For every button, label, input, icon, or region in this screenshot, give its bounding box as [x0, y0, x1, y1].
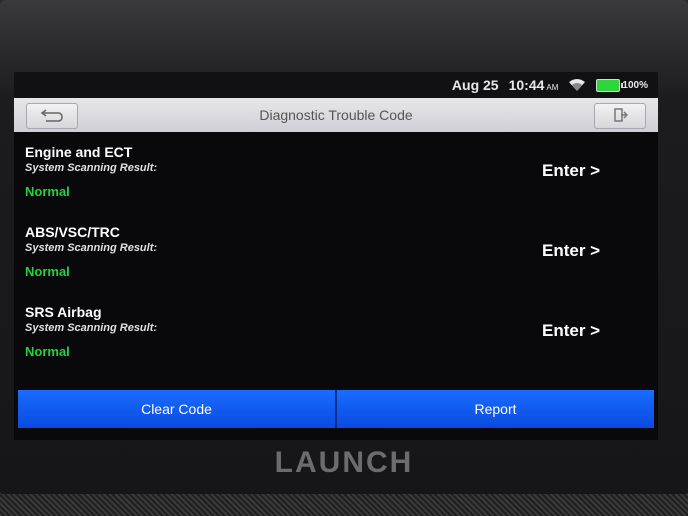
- system-scan-label: System Scanning Result:: [25, 162, 158, 174]
- system-status: Normal: [25, 184, 70, 199]
- system-name: SRS Airbag: [25, 304, 102, 320]
- exit-icon: [612, 107, 629, 126]
- system-name: ABS/VSC/TRC: [25, 224, 120, 240]
- enter-button[interactable]: Enter >: [542, 241, 600, 261]
- status-time: 10:44 AM: [509, 77, 559, 93]
- status-ampm: AM: [546, 83, 559, 92]
- clear-code-button[interactable]: Clear Code: [18, 390, 335, 428]
- wifi-icon: [568, 78, 586, 92]
- system-status: Normal: [25, 344, 70, 359]
- enter-button[interactable]: Enter >: [542, 161, 600, 181]
- system-row-srs[interactable]: SRS Airbag System Scanning Result: Norma…: [14, 294, 658, 374]
- system-list: Engine and ECT System Scanning Result: N…: [14, 134, 658, 374]
- system-name: Engine and ECT: [25, 144, 133, 160]
- back-arrow-icon: [39, 107, 65, 126]
- enter-button[interactable]: Enter >: [542, 321, 600, 341]
- title-bar: Diagnostic Trouble Code: [14, 98, 658, 132]
- system-scan-label: System Scanning Result:: [25, 322, 158, 334]
- battery-percent: 100%: [622, 79, 648, 91]
- brand-logo: LAUNCH: [274, 446, 414, 479]
- action-bar: Clear Code Report: [18, 390, 654, 428]
- back-button[interactable]: [26, 103, 78, 129]
- system-row-abs[interactable]: ABS/VSC/TRC System Scanning Result: Norm…: [14, 214, 658, 294]
- status-bar: Aug 25 10:44 AM 100%: [14, 72, 658, 98]
- system-row-engine[interactable]: Engine and ECT System Scanning Result: N…: [14, 134, 658, 214]
- system-scan-label: System Scanning Result:: [25, 242, 158, 254]
- status-date: Aug 25: [451, 77, 499, 93]
- device-screen: Aug 25 10:44 AM 100% Diagnostic Trouble C…: [14, 72, 658, 440]
- report-button[interactable]: Report: [335, 390, 654, 428]
- battery-indicator: 100%: [596, 78, 648, 92]
- device-grip: [0, 494, 688, 516]
- status-time-value: 10:44: [508, 77, 545, 93]
- system-status: Normal: [25, 264, 70, 279]
- battery-icon: [596, 78, 624, 92]
- page-title: Diagnostic Trouble Code: [259, 107, 413, 123]
- exit-button[interactable]: [594, 103, 646, 129]
